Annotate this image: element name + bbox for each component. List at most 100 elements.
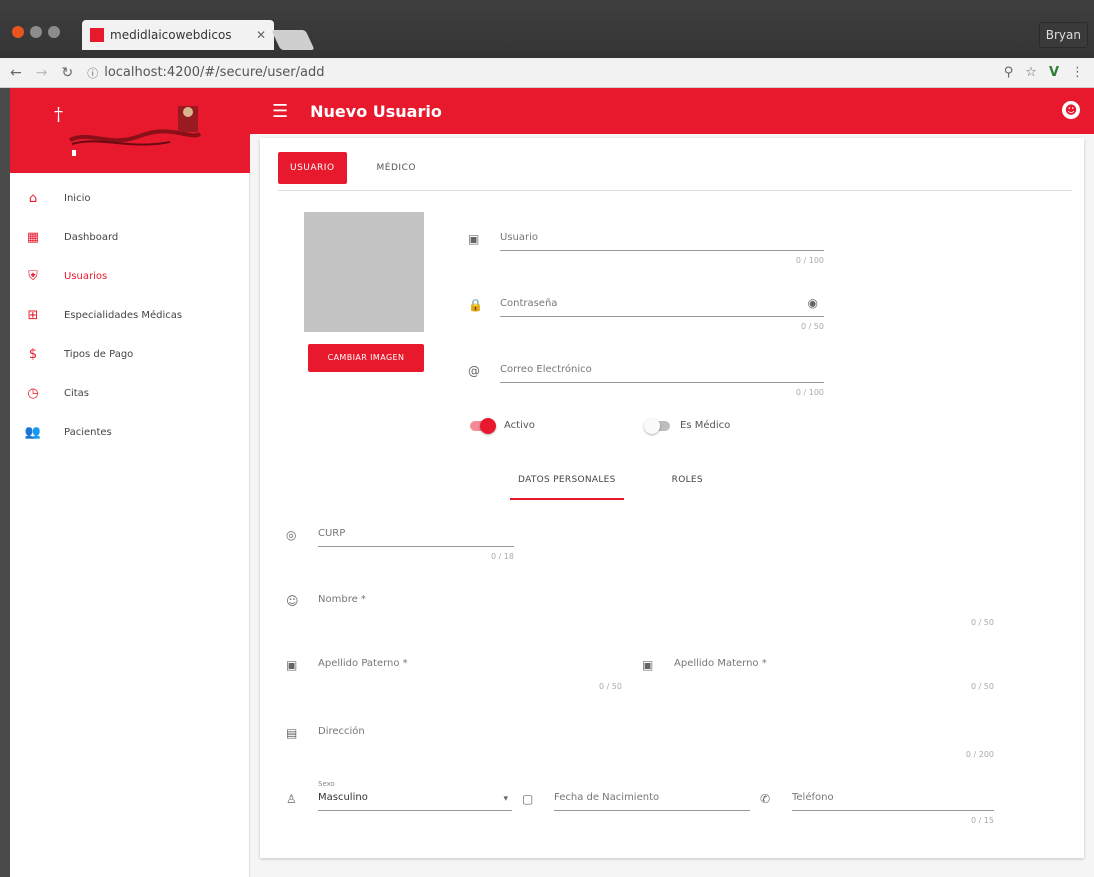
tab-close-icon[interactable]: ✕ xyxy=(256,28,266,42)
curp-counter: 0 / 18 xyxy=(490,552,514,561)
email-counter: 0 / 100 xyxy=(795,388,824,397)
password-counter: 0 / 50 xyxy=(800,322,824,331)
back-icon[interactable]: ← xyxy=(10,65,22,81)
is-doctor-toggle-track xyxy=(644,417,670,434)
app: † ⌂ Inicio ▦ Dashboard ⛨ Usuarios ⊞ Espe… xyxy=(10,88,1094,877)
paternal-surname-field[interactable]: ▣ Apellido Paterno * 0 / 50 xyxy=(286,658,622,698)
extension-v-icon[interactable]: V xyxy=(1049,65,1059,80)
maternal-surname-field[interactable]: ▣ Apellido Materno * 0 / 50 xyxy=(642,658,994,698)
fingerprint-icon: ◎ xyxy=(286,528,297,542)
sidebar-item-dashboard[interactable]: ▦ Dashboard xyxy=(10,218,249,257)
sidebar-item-tipos-pago[interactable]: $ Tipos de Pago xyxy=(10,335,249,374)
password-field[interactable]: 🔒 Contraseña ◉ 0 / 50 xyxy=(468,296,824,338)
curp-field[interactable]: ◎ CURP 0 / 18 xyxy=(286,528,514,568)
sidebar: † ⌂ Inicio ▦ Dashboard ⛨ Usuarios ⊞ Espe… xyxy=(10,88,250,877)
account-icon[interactable]: ☻ xyxy=(1062,101,1080,119)
tab-usuario[interactable]: USUARIO xyxy=(278,152,347,184)
main-tabs: USUARIO MÉDICO xyxy=(278,152,428,184)
tab-datos-personales[interactable]: DATOS PERSONALES xyxy=(510,466,624,500)
email-label: Correo Electrónico xyxy=(500,364,592,375)
calendar-icon: ▢ xyxy=(522,792,534,806)
active-toggle-track xyxy=(470,417,496,434)
dollar-icon: $ xyxy=(28,347,38,362)
sidebar-item-label: Usuarios xyxy=(64,271,108,282)
dashboard-icon: ▦ xyxy=(26,230,40,245)
username-field[interactable]: ▣ Usuario 0 / 100 xyxy=(468,232,824,272)
phone-field[interactable]: ✆ Teléfono 0 / 15 xyxy=(760,792,994,832)
top-bar: ☰ Nuevo Usuario ☻ xyxy=(250,88,1094,134)
active-toggle[interactable]: Activo xyxy=(470,417,535,434)
tab-medico[interactable]: MÉDICO xyxy=(365,152,428,184)
sidebar-item-label: Inicio xyxy=(64,193,91,204)
is-doctor-toggle[interactable]: Es Médico xyxy=(644,417,731,434)
avatar-placeholder xyxy=(304,212,424,332)
svg-text:†: † xyxy=(54,104,63,125)
paternal-surname-counter: 0 / 50 xyxy=(598,682,622,691)
change-image-button[interactable]: CAMBIAR IMAGEN xyxy=(308,344,424,372)
gender-select[interactable]: Sexo ♙ Masculino ▾ xyxy=(286,780,512,820)
dropdown-arrow-icon: ▾ xyxy=(503,794,508,804)
sidebar-item-especialidades[interactable]: ⊞ Especialidades Médicas xyxy=(10,296,249,335)
active-toggle-knob xyxy=(480,417,496,434)
password-label: Contraseña xyxy=(500,298,558,309)
browser-window: medidlaicowebdicos ✕ Bryan ← → ↻ ⓘ local… xyxy=(0,0,1094,877)
active-label: Activo xyxy=(504,420,535,431)
visibility-eye-icon[interactable]: ◉ xyxy=(808,296,818,310)
is-doctor-label: Es Médico xyxy=(680,420,731,431)
sub-tabs: DATOS PERSONALES ROLES xyxy=(510,466,711,500)
close-window-icon[interactable] xyxy=(12,26,24,38)
curp-label: CURP xyxy=(318,528,346,539)
medical-plus-icon: ⊞ xyxy=(27,308,39,323)
tabs-divider xyxy=(278,190,1072,191)
profile-button[interactable]: Bryan xyxy=(1038,22,1088,48)
account-box-icon: ▣ xyxy=(468,232,480,246)
window-controls xyxy=(12,26,60,38)
title-bar: medidlaicowebdicos ✕ Bryan xyxy=(0,0,1094,58)
gender-icon: ♙ xyxy=(286,792,297,806)
address-actions: ⚲ ☆ V ⋮ xyxy=(1004,65,1084,80)
sidebar-item-usuarios[interactable]: ⛨ Usuarios xyxy=(10,257,249,296)
menu-icon[interactable]: ☰ xyxy=(272,101,288,122)
name-field[interactable]: ☺ Nombre * 0 / 50 xyxy=(286,594,994,634)
sidebar-item-citas[interactable]: ◷ Citas xyxy=(10,374,249,413)
birthdate-field[interactable]: ▢ Fecha de Nacimiento xyxy=(522,792,750,822)
account-box-icon: ▣ xyxy=(286,658,298,672)
phone-icon: ✆ xyxy=(760,792,771,806)
address-bar: ← → ↻ ⓘ localhost:4200/#/secure/user/add… xyxy=(0,58,1094,88)
sidebar-item-label: Pacientes xyxy=(64,427,112,438)
phone-counter: 0 / 15 xyxy=(970,816,994,825)
tab-title: medidlaicowebdicos xyxy=(110,28,232,42)
name-counter: 0 / 50 xyxy=(970,618,994,627)
email-underline xyxy=(500,382,824,383)
sidebar-item-label: Dashboard xyxy=(64,232,119,243)
maternal-surname-label: Apellido Materno * xyxy=(674,658,767,669)
birthdate-label: Fecha de Nacimiento xyxy=(554,792,660,803)
logo-icon: † xyxy=(54,104,202,156)
sidebar-item-label: Tipos de Pago xyxy=(64,349,134,360)
sidebar-item-label: Citas xyxy=(64,388,90,399)
logo: † xyxy=(10,88,250,173)
email-field[interactable]: @ Correo Electrónico 0 / 100 xyxy=(468,364,824,404)
url-field[interactable]: ⓘ localhost:4200/#/secure/user/add xyxy=(87,62,990,84)
minimize-window-icon[interactable] xyxy=(30,26,42,38)
gender-underline xyxy=(318,810,512,811)
reload-icon[interactable]: ↻ xyxy=(61,65,73,81)
tab-roles[interactable]: ROLES xyxy=(664,466,711,500)
zoom-icon[interactable]: ⚲ xyxy=(1004,65,1014,80)
shield-icon: ⛨ xyxy=(28,269,38,284)
bookmark-star-icon[interactable]: ☆ xyxy=(1025,65,1037,80)
new-tab-button[interactable] xyxy=(271,30,315,50)
maximize-window-icon[interactable] xyxy=(48,26,60,38)
sidebar-item-pacientes[interactable]: 👥 Pacientes xyxy=(10,413,249,452)
browser-tab[interactable]: medidlaicowebdicos ✕ xyxy=(82,20,274,50)
username-counter: 0 / 100 xyxy=(795,256,824,265)
address-counter: 0 / 200 xyxy=(965,750,994,759)
forward-icon[interactable]: → xyxy=(36,65,48,81)
address-field[interactable]: ▤ Dirección 0 / 200 xyxy=(286,726,994,766)
sidebar-nav: ⌂ Inicio ▦ Dashboard ⛨ Usuarios ⊞ Especi… xyxy=(10,173,249,452)
sidebar-item-inicio[interactable]: ⌂ Inicio xyxy=(10,179,249,218)
paternal-surname-label: Apellido Paterno * xyxy=(318,658,408,669)
menu-dots-icon[interactable]: ⋮ xyxy=(1071,65,1084,80)
clock-icon: ◷ xyxy=(27,386,39,401)
account-circle-icon: ☺ xyxy=(286,594,299,608)
